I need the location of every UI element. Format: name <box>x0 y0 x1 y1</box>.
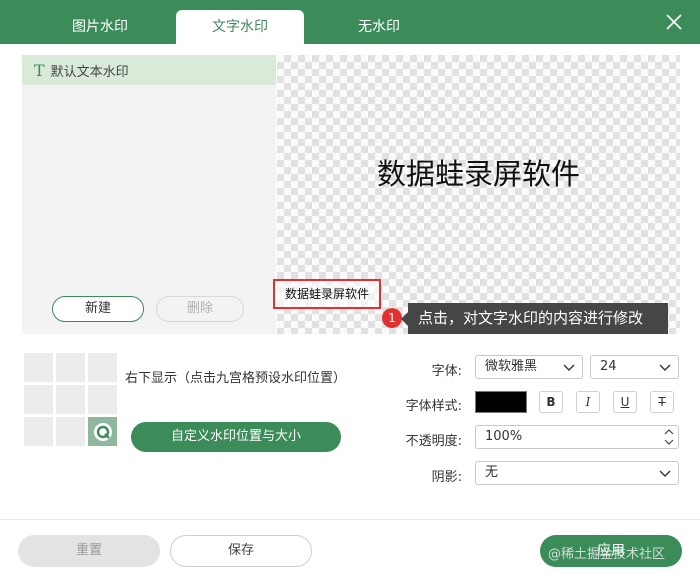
font-size-value: 24 <box>600 359 617 374</box>
footer-divider <box>0 519 700 520</box>
font-family-select[interactable]: 微软雅黑 <box>475 355 583 379</box>
list-item[interactable]: T 默认文本水印 <box>22 55 276 85</box>
tab-bar: 图片水印 文字水印 无水印 <box>0 0 700 44</box>
chevron-down-icon <box>563 364 575 371</box>
text-t-icon: T <box>34 60 45 80</box>
grid-cell-top-center[interactable] <box>56 353 85 382</box>
font-family-value: 微软雅黑 <box>485 359 538 374</box>
font-label: 字体: <box>431 364 462 379</box>
grid-cell-middle-left[interactable] <box>24 385 53 414</box>
font-style-label: 字体样式: <box>405 399 462 414</box>
preview-watermark-text[interactable]: 数据蛙录屏软件 <box>273 279 381 309</box>
watermark-list-panel: T 默认文本水印 新建 删除 <box>22 55 276 334</box>
delete-button[interactable]: 删除 <box>156 296 244 322</box>
grid-cell-middle-right[interactable] <box>88 385 117 414</box>
save-button[interactable]: 保存 <box>170 535 312 567</box>
font-color-swatch[interactable] <box>475 391 527 413</box>
position-grid <box>24 353 119 448</box>
strikethrough-button[interactable]: T <box>650 391 674 413</box>
new-button[interactable]: 新建 <box>52 296 144 322</box>
preview-main-text: 数据蛙录屏软件 <box>376 157 580 191</box>
hint-tooltip: 点击，对文字水印的内容进行修改 <box>401 303 668 334</box>
chevron-down-icon <box>659 470 671 477</box>
tab-text-watermark[interactable]: 文字水印 <box>176 10 304 44</box>
preview-canvas: 数据蛙录屏软件 数据蛙录屏软件 <box>273 55 680 334</box>
app-logo-icon <box>93 422 112 441</box>
opacity-label: 不透明度: <box>405 434 462 449</box>
shadow-select[interactable]: 无 <box>475 461 679 485</box>
custom-position-button[interactable]: 自定义水印位置与大小 <box>131 422 341 452</box>
close-icon[interactable] <box>662 10 686 34</box>
shadow-label: 阴影: <box>431 470 462 485</box>
chevron-down-icon <box>659 364 671 371</box>
grid-cell-bottom-right[interactable] <box>88 417 117 446</box>
reset-button[interactable]: 重置 <box>18 535 160 567</box>
opacity-input[interactable]: 100% <box>475 425 679 449</box>
italic-button[interactable]: I <box>576 391 600 413</box>
bold-button[interactable]: B <box>539 391 563 413</box>
tab-no-watermark[interactable]: 无水印 <box>320 10 438 44</box>
grid-cell-bottom-center[interactable] <box>56 417 85 446</box>
grid-cell-top-left[interactable] <box>24 353 53 382</box>
position-description: 右下显示（点击九宫格预设水印位置） <box>125 371 347 386</box>
font-size-select[interactable]: 24 <box>590 355 679 379</box>
grid-cell-bottom-left[interactable] <box>24 417 53 446</box>
spinner-arrows-icon[interactable] <box>664 427 674 447</box>
site-watermark: @稀土掘金技术社区 <box>548 547 666 562</box>
grid-cell-top-right[interactable] <box>88 353 117 382</box>
list-item-label: 默认文本水印 <box>50 64 129 80</box>
underline-button[interactable]: U <box>613 391 637 413</box>
shadow-value: 无 <box>485 465 499 480</box>
step-badge: 1 <box>382 308 402 328</box>
grid-cell-middle-center[interactable] <box>56 385 85 414</box>
tab-image-watermark[interactable]: 图片水印 <box>40 10 160 44</box>
opacity-value: 100% <box>485 429 523 444</box>
